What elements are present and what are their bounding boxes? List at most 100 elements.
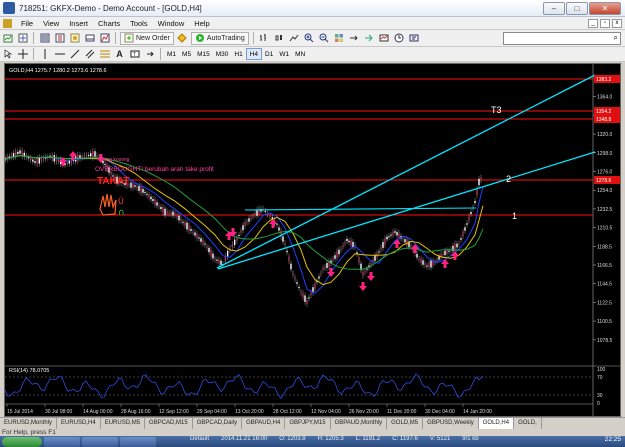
zoom-in-icon[interactable]	[303, 32, 316, 45]
new-order-button[interactable]: New Order	[120, 31, 174, 45]
autotrading-button[interactable]: AutoTrading	[190, 31, 249, 45]
menu-insert[interactable]: Insert	[64, 19, 93, 28]
tile-windows-icon[interactable]	[333, 32, 346, 45]
chart-tab[interactable]: GOLD,M5	[387, 418, 424, 429]
chart-tab[interactable]: GBPCAD,M15	[145, 418, 193, 429]
date-tick-label: 12 Nov 04:00	[311, 409, 341, 415]
menu-window[interactable]: Window	[153, 19, 190, 28]
timeframe-m30[interactable]: M30	[213, 48, 232, 60]
timeframe-m5[interactable]: M5	[179, 48, 194, 60]
autoscroll-icon[interactable]	[363, 32, 376, 45]
candle-body	[290, 263, 292, 270]
chart-tab[interactable]: EURUSD,M5	[101, 418, 146, 429]
candle-body	[83, 155, 85, 157]
search-icon[interactable]: ⌕	[614, 33, 618, 43]
candle-body	[19, 150, 21, 154]
fibonacci-icon[interactable]	[98, 48, 111, 61]
arrows-icon[interactable]	[143, 48, 156, 61]
timeframe-h1[interactable]: H1	[231, 48, 245, 60]
menu-tools[interactable]: Tools	[125, 19, 153, 28]
crosshair-icon[interactable]	[16, 48, 29, 61]
chart-shift-icon[interactable]	[348, 32, 361, 45]
candle-body	[154, 199, 156, 205]
bar-chart-icon[interactable]	[258, 32, 271, 45]
candlestick-icon[interactable]	[273, 32, 286, 45]
candle-body	[269, 215, 271, 217]
horizontal-line-icon[interactable]	[53, 48, 66, 61]
chart-tab[interactable]: GBPJPY,M15	[285, 418, 331, 429]
menu-file[interactable]: File	[16, 19, 38, 28]
maximize-button[interactable]: □	[566, 1, 588, 15]
taskbar-app[interactable]	[120, 436, 156, 447]
candle-body	[292, 273, 294, 275]
menu-view[interactable]: View	[38, 19, 64, 28]
templates-icon[interactable]	[408, 32, 421, 45]
profiles-button[interactable]	[16, 32, 29, 45]
candle-body	[240, 230, 242, 233]
child-close-button[interactable]: x	[612, 18, 622, 28]
candle-body	[42, 157, 45, 160]
search-input[interactable]: ⌕	[503, 31, 621, 45]
strategy-tester-icon[interactable]	[98, 32, 111, 45]
timeframe-m15[interactable]: M15	[194, 48, 213, 60]
chart-tab[interactable]: GBPCAD,Daily	[193, 418, 243, 429]
trendline-base[interactable]	[244, 207, 477, 211]
timeframe-h4[interactable]: H4	[245, 48, 262, 60]
date-tick-label: 30 Dec 04:00	[425, 409, 455, 415]
timeframe-m1[interactable]: M1	[164, 48, 179, 60]
navigator-icon[interactable]	[68, 32, 81, 45]
timeframe-w1[interactable]: W1	[276, 48, 292, 60]
price-tag-label: 1383.2	[596, 77, 612, 83]
periods-icon[interactable]	[393, 32, 406, 45]
label-1: 1	[512, 211, 517, 221]
menu-charts[interactable]: Charts	[93, 19, 125, 28]
trendline-icon[interactable]	[68, 48, 81, 61]
close-button[interactable]: ✕	[589, 1, 621, 15]
metaeditor-icon[interactable]	[176, 32, 189, 45]
chart-tab[interactable]: EURUSD,H4	[57, 418, 101, 429]
minimize-button[interactable]: –	[543, 1, 565, 15]
chart-tab[interactable]: EURUSD,Monthly	[0, 418, 58, 429]
candle-body	[85, 155, 88, 157]
new-chart-button[interactable]	[1, 32, 14, 45]
taskbar-app[interactable]	[44, 436, 80, 447]
candle-body	[302, 293, 304, 298]
trendline-2[interactable]	[217, 151, 596, 270]
start-button[interactable]	[2, 436, 42, 447]
candle-body	[252, 215, 254, 217]
chart-window[interactable]: GOLD,H4 1275.7 1280.2 1273.6 1278.6 T3 2…	[4, 63, 621, 417]
chart-tab[interactable]: GBPAUD,H4	[242, 418, 286, 429]
text-tool-icon[interactable]: A	[113, 48, 126, 61]
zoom-out-icon[interactable]	[318, 32, 331, 45]
trendline-t3[interactable]	[216, 74, 596, 269]
cursor-icon[interactable]	[1, 48, 14, 61]
svg-text:T: T	[133, 52, 136, 58]
candle-body	[218, 259, 220, 264]
child-restore-button[interactable]: ▫	[600, 18, 610, 28]
chart-tab[interactable]: GBPAUD,Monthly	[331, 418, 388, 429]
candle-body	[438, 256, 440, 260]
date-tick-label: 12 Sep 12:00	[159, 409, 189, 415]
candle-body	[36, 158, 38, 165]
price-tag-label: 1348.8	[596, 117, 612, 123]
timeframe-d1[interactable]: D1	[262, 48, 276, 60]
taskbar-app[interactable]	[82, 436, 118, 447]
terminal-icon[interactable]	[83, 32, 96, 45]
chart-tab[interactable]: GOLD,	[514, 418, 542, 429]
chart-tab[interactable]: GOLD,H4	[478, 418, 515, 429]
market-watch-icon[interactable]	[38, 32, 51, 45]
menu-help[interactable]: Help	[189, 19, 214, 28]
label-tool-icon[interactable]: T	[128, 48, 141, 61]
child-minimize-button[interactable]: _	[588, 18, 598, 28]
timeframe-mn[interactable]: MN	[292, 48, 308, 60]
candle-body	[410, 245, 412, 247]
data-window-icon[interactable]	[53, 32, 66, 45]
candle-body	[352, 241, 354, 248]
chart-tab[interactable]: GBPUSD,Weekly	[423, 418, 479, 429]
channel-icon[interactable]	[83, 48, 96, 61]
vertical-line-icon[interactable]	[38, 48, 51, 61]
line-chart-icon[interactable]	[288, 32, 301, 45]
price-chart[interactable]: GOLD,H4 1275.7 1280.2 1273.6 1278.6 T3 2…	[5, 64, 621, 417]
candle-body	[282, 236, 284, 242]
indicators-icon[interactable]	[378, 32, 391, 45]
